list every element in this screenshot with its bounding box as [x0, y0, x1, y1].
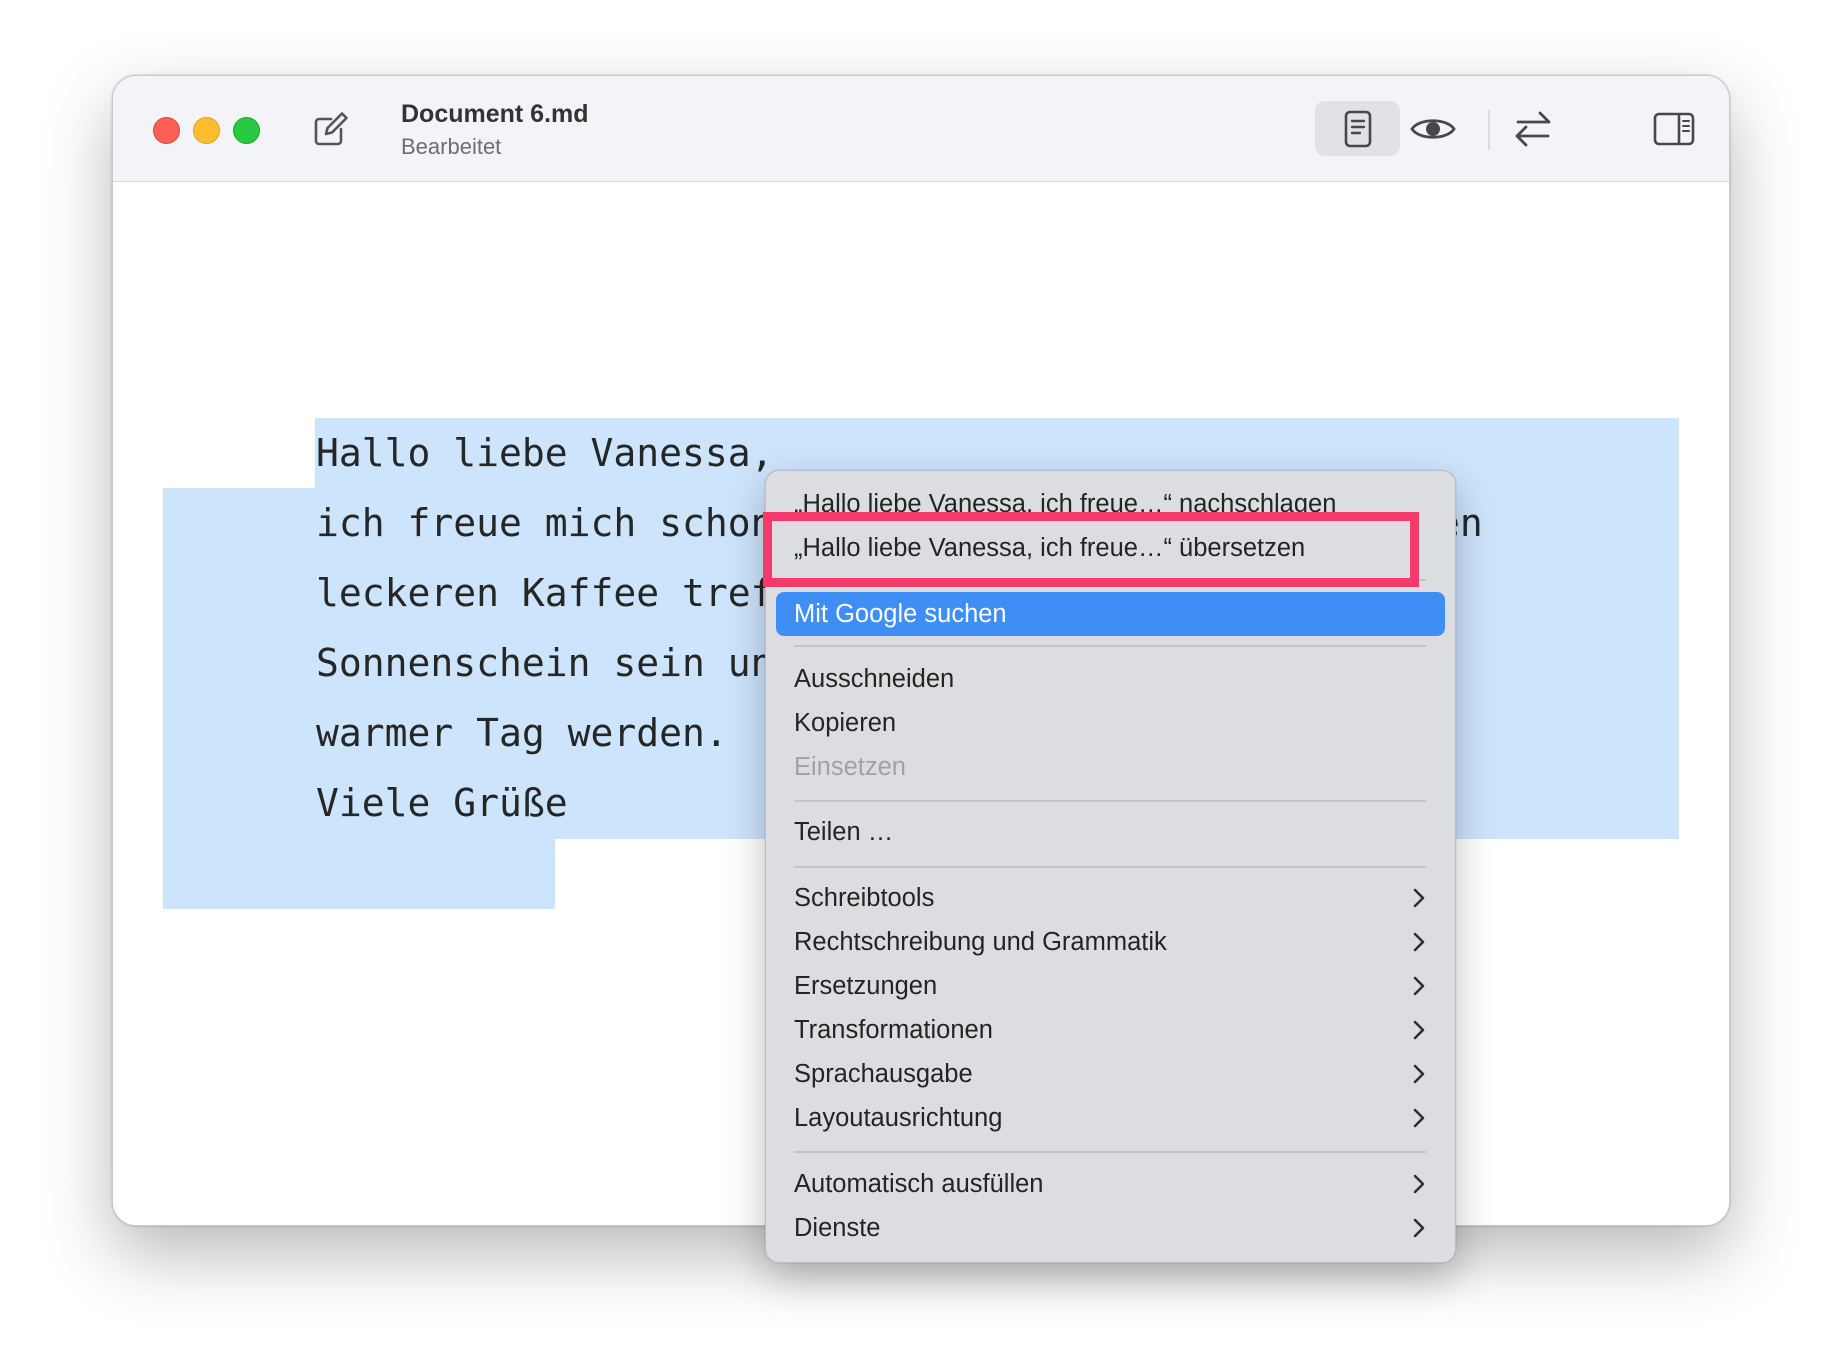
menu-separator [794, 866, 1426, 868]
close-window-button[interactable] [153, 117, 180, 144]
chevron-right-icon [1413, 1064, 1425, 1084]
menu-item-spelling-grammar[interactable]: Rechtschreibung und Grammatik [794, 922, 1429, 962]
chevron-right-icon [1413, 1174, 1425, 1194]
document-status: Bearbeitet [401, 134, 502, 159]
compose-icon[interactable] [308, 106, 354, 152]
menu-item-label: Rechtschreibung und Grammatik [794, 928, 1167, 956]
chevron-right-icon [1413, 888, 1425, 908]
minimize-window-button[interactable] [193, 117, 220, 144]
menu-item-transformations[interactable]: Transformationen [794, 1010, 1429, 1050]
menu-item-label: Automatisch ausfüllen [794, 1170, 1044, 1198]
menu-item-copy[interactable]: Kopieren [794, 703, 1429, 743]
chevron-right-icon [1413, 1108, 1425, 1128]
menu-separator [794, 800, 1426, 802]
menu-separator [794, 1151, 1426, 1153]
menu-item-label: Dienste [794, 1214, 881, 1242]
swap-button[interactable] [1505, 104, 1561, 154]
zoom-window-button[interactable] [233, 117, 260, 144]
menu-item-cut[interactable]: Ausschneiden [794, 659, 1429, 699]
editor-mode-icon [1344, 110, 1371, 147]
menu-item-label: Sprachausgabe [794, 1060, 973, 1088]
menu-item-layout-orientation[interactable]: Layoutausrichtung [794, 1098, 1429, 1138]
preview-button[interactable] [1405, 104, 1461, 154]
chevron-right-icon [1413, 1218, 1425, 1238]
menu-item-writing-tools[interactable]: Schreibtools [794, 878, 1429, 918]
menu-item-autofill[interactable]: Automatisch ausfüllen [794, 1164, 1429, 1204]
menu-item-label: Mit Google suchen [794, 600, 1007, 628]
menu-item-paste: Einsetzen [794, 753, 906, 781]
title-bar: Document 6.md Bearbeitet [113, 76, 1729, 182]
preview-eye-icon [1410, 119, 1456, 139]
menu-item-label: Transformationen [794, 1016, 993, 1044]
chevron-right-icon [1413, 932, 1425, 952]
toolbar-divider [1488, 110, 1490, 150]
editor-line[interactable]: warmer Tag werden. [316, 713, 728, 753]
menu-item-speech[interactable]: Sprachausgabe [794, 1054, 1429, 1094]
sidebar-toggle-icon [1653, 112, 1695, 146]
editor-line[interactable]: Hallo liebe Vanessa, [316, 433, 774, 473]
context-menu: „Hallo liebe Vanessa, ich freue…“ nachsc… [765, 470, 1456, 1263]
menu-item-google-search[interactable]: Mit Google suchen [776, 592, 1445, 636]
menu-item-services[interactable]: Dienste [794, 1208, 1429, 1248]
menu-item-label: Layoutausrichtung [794, 1104, 1003, 1132]
menu-separator [794, 645, 1426, 647]
chevron-right-icon [1413, 976, 1425, 996]
menu-item-share[interactable]: Teilen … [794, 812, 1429, 852]
editor-line[interactable]: Sonnenschein sein und [316, 643, 796, 683]
editor-line[interactable]: Viele Grüße [316, 783, 568, 823]
menu-item-label: Ersetzungen [794, 972, 938, 1000]
annotation-highlight-box [763, 512, 1419, 587]
menu-item-substitutions[interactable]: Ersetzungen [794, 966, 1429, 1006]
swap-arrows-icon [1515, 111, 1551, 147]
menu-item-label: Schreibtools [794, 884, 935, 912]
chevron-right-icon [1413, 1020, 1425, 1040]
editor-mode-button[interactable] [1315, 101, 1400, 156]
editor-line[interactable]: leckeren Kaffee treff [316, 573, 796, 613]
sidebar-toggle-button[interactable] [1646, 104, 1702, 154]
document-title: Document 6.md [401, 100, 589, 128]
text-selection [163, 838, 555, 909]
